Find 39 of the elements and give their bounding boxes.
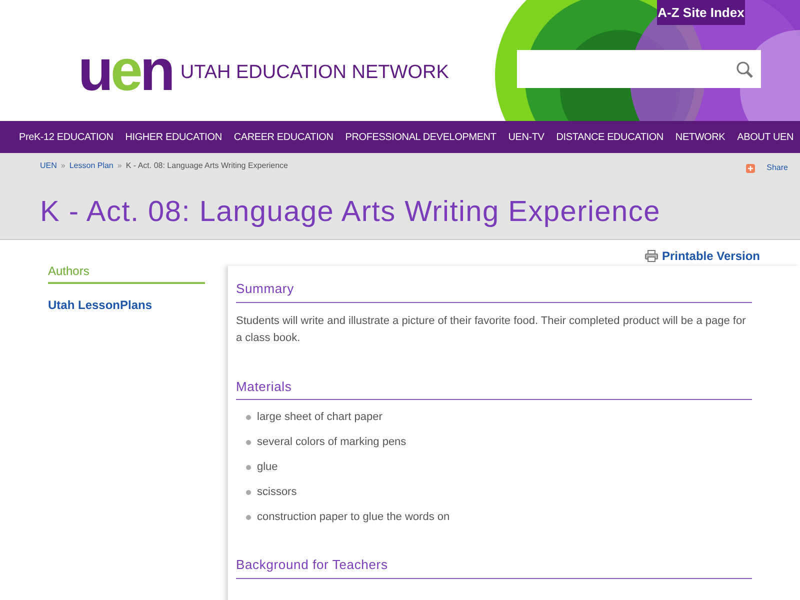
- material-item: large sheet of chart paper: [257, 410, 382, 425]
- uen-logo[interactable]: uen: [78, 42, 172, 100]
- material-item: several colors of marking pens: [257, 435, 406, 450]
- nav-link[interactable]: NETWORK: [675, 130, 726, 144]
- nav-link[interactable]: CAREER EDUCATION: [234, 130, 334, 144]
- bullet-icon: [246, 465, 251, 470]
- page-title: K - Act. 08: Language Arts Writing Experience: [40, 195, 660, 230]
- share-link[interactable]: Share: [766, 162, 788, 174]
- nav-link[interactable]: PreK-12 EDUCATION: [19, 130, 114, 144]
- nav-link[interactable]: HIGHER EDUCATION: [125, 130, 222, 144]
- nav-link[interactable]: UEN-TV: [508, 130, 544, 144]
- breadcrumb-link[interactable]: Lesson Plan: [69, 160, 114, 172]
- bullet-icon: [246, 440, 251, 445]
- search-field[interactable]: [517, 50, 761, 88]
- section-heading: Summary: [236, 279, 752, 302]
- breadcrumb-separator: »: [60, 160, 66, 172]
- material-item: glue: [257, 460, 278, 475]
- search-icon[interactable]: [736, 60, 753, 78]
- bullet-icon: [246, 490, 251, 495]
- section-heading: Materials: [236, 376, 752, 400]
- nav-link[interactable]: ABOUT UEN: [737, 130, 794, 144]
- printer-icon: [644, 250, 658, 262]
- site-name: UTAH EDUCATION NETWORK: [180, 60, 449, 85]
- breadcrumb-link[interactable]: UEN: [40, 160, 57, 172]
- author-link[interactable]: Utah LessonPlans: [48, 296, 205, 314]
- summary-text: Students will write and illustrate a picture of their favorite food. Their completed product will be a page for a class book.: [236, 314, 747, 346]
- nav-link[interactable]: DISTANCE EDUCATION: [556, 130, 664, 144]
- bullet-icon: [246, 515, 251, 520]
- material-item: construction paper to glue the words on: [257, 510, 450, 525]
- plus-icon[interactable]: [746, 164, 755, 172]
- sidebar-heading: Authors: [48, 262, 205, 284]
- site-index-link[interactable]: A-Z Site Index: [657, 0, 745, 25]
- breadcrumb-current: K - Act. 08: Language Arts Writing Experience: [126, 160, 288, 172]
- bullet-icon: [246, 415, 251, 420]
- section-heading: Background for Teachers: [236, 555, 752, 578]
- material-item: scissors: [257, 485, 297, 500]
- nav-link[interactable]: PROFESSIONAL DEVELOPMENT: [345, 130, 496, 144]
- breadcrumb-separator: »: [117, 160, 122, 172]
- printable-version-link[interactable]: Printable Version: [644, 247, 760, 265]
